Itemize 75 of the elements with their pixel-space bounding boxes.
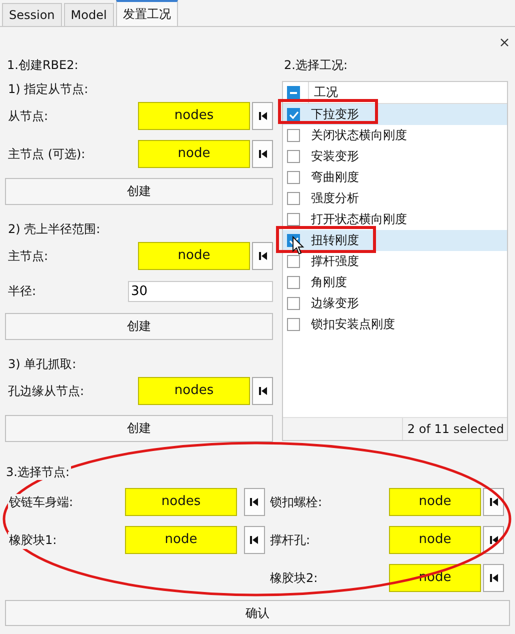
radius-input[interactable]: 30 [128,281,273,302]
node-field[interactable]: node [389,488,481,516]
checkbox[interactable] [287,297,300,310]
pick-button[interactable] [252,102,273,130]
skip-back-icon [258,149,268,159]
checkbox[interactable] [287,255,300,268]
node-field[interactable]: nodes [125,488,237,516]
load-case-item[interactable]: 边缘变形 [283,293,507,314]
select-all-checkbox[interactable] [287,86,300,99]
node-field[interactable]: node [389,526,481,554]
load-case-item[interactable]: 下拉变形 [283,104,507,125]
field-label: 孔边缘从节点: [7,382,86,400]
load-case-item[interactable]: 弯曲刚度 [283,167,507,188]
group-title: 1) 指定从节点: [7,81,90,97]
load-case-item[interactable]: 锁扣安装点刚度 [283,314,507,335]
skip-back-icon [258,251,268,261]
field-label: 铰链车身端: [8,494,74,510]
tab[interactable]: Model [64,3,114,26]
checkbox[interactable] [287,129,300,142]
group-title: 3) 单孔抓取: [7,356,78,372]
field-label: 橡胶块2: [269,570,319,586]
pick-button[interactable] [252,140,273,168]
load-case-item[interactable]: 撑杆强度 [283,251,507,272]
node-field[interactable]: nodes [138,102,250,130]
create-button[interactable]: 创建 [5,313,273,340]
checkbox[interactable] [287,171,300,184]
load-case-item[interactable]: 打开状态横向刚度 [283,209,507,230]
load-case-item[interactable]: 角刚度 [283,272,507,293]
create-button[interactable]: 创建 [5,415,273,442]
pick-button[interactable] [483,488,504,516]
pick-button[interactable] [252,377,273,405]
checkbox[interactable] [287,108,300,121]
field-label: 主节点: [7,248,50,264]
confirm-button[interactable]: 确认 [5,600,510,626]
pick-button[interactable] [244,488,264,516]
field-label: 从节点: [7,108,50,124]
tab[interactable]: 发置工况 [116,0,178,26]
create-button[interactable]: 创建 [5,178,273,205]
field-label: 撑杆孔: [269,532,312,548]
skip-back-icon [258,111,268,121]
field-label: 半径: [7,283,38,300]
checkbox[interactable] [287,276,300,289]
column-header: 工况 [308,82,338,103]
skip-back-icon [488,497,498,507]
field-label: 橡胶块1: [8,532,58,548]
node-field[interactable]: nodes [138,377,250,405]
load-case-item[interactable]: 安装变形 [283,146,507,167]
node-field[interactable]: node [138,242,250,270]
skip-back-icon [249,535,259,545]
selection-count: 2 of 11 selected [406,421,505,438]
checkbox[interactable] [287,213,300,226]
skip-back-icon [488,573,498,583]
checkbox[interactable] [287,318,300,331]
tab[interactable]: Session [2,3,62,26]
pick-button[interactable] [483,564,504,592]
node-field[interactable]: node [138,140,250,168]
load-case-item[interactable]: 扭转刚度 [283,230,507,251]
pick-button[interactable] [252,242,273,270]
skip-back-icon [488,535,498,545]
field-label: 主节点 (可选): [7,146,86,162]
close-icon[interactable] [500,38,509,46]
node-field[interactable]: node [125,526,237,554]
load-case-item[interactable]: 关闭状态横向刚度 [283,125,507,146]
section-title: 2.选择工况: [283,57,348,73]
checkbox[interactable] [287,192,300,205]
checkbox[interactable] [287,150,300,163]
skip-back-icon [258,386,268,396]
pick-button[interactable] [244,526,264,554]
section-title: 1.创建RBE2: [6,57,80,73]
field-label: 锁扣螺栓: [269,494,324,510]
load-case-item[interactable]: 强度分析 [283,188,507,209]
cursor-icon [292,236,304,255]
group-title: 2) 壳上半径范围: [7,221,102,237]
section-title: 3.选择节点: [5,464,70,480]
skip-back-icon [249,497,259,507]
